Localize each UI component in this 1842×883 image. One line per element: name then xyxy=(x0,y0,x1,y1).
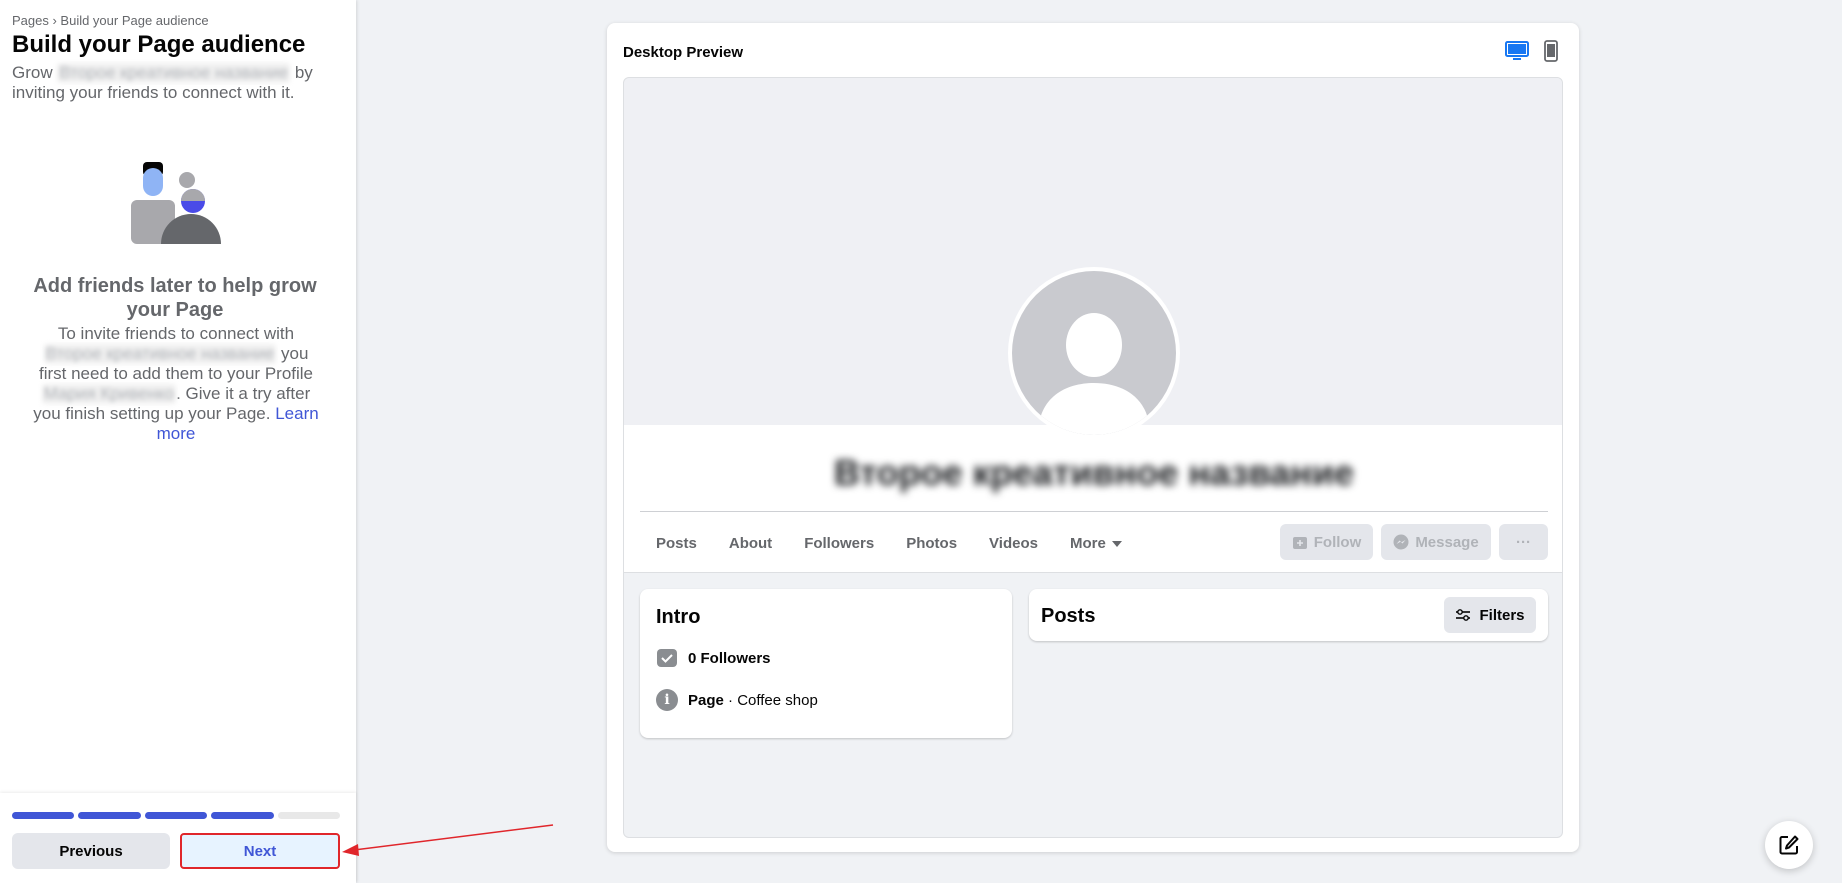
category-row: i Page · Coffee shop xyxy=(656,689,818,711)
filters-icon xyxy=(1456,609,1471,621)
tab-photos[interactable]: Photos xyxy=(890,524,973,564)
intro-card: Intro 0 Followers i Page · Coffee shop xyxy=(640,589,1012,738)
message-label: Message xyxy=(1415,533,1479,551)
followers-icon xyxy=(657,649,677,667)
progress-step xyxy=(277,812,341,819)
progress-step xyxy=(144,812,208,819)
follow-label: Follow xyxy=(1313,533,1362,551)
next-button[interactable]: Next xyxy=(180,833,340,869)
followers-row: 0 Followers xyxy=(656,647,771,669)
tab-videos[interactable]: Videos xyxy=(973,524,1054,564)
edit-icon xyxy=(1779,835,1799,855)
page-tabs: Posts About Followers Photos Videos More xyxy=(640,524,1138,564)
progress-step xyxy=(211,812,274,819)
page-label: Page xyxy=(688,691,724,709)
intro-title: Intro xyxy=(656,606,701,628)
tab-more-label: More xyxy=(1069,535,1106,552)
breadcrumb[interactable]: Pages › Build your Page audience xyxy=(12,13,209,28)
posts-card: Posts Filters xyxy=(1029,589,1548,641)
filters-button[interactable]: Filters xyxy=(1444,597,1536,633)
tab-followers[interactable]: Followers xyxy=(788,524,890,564)
progress-step xyxy=(78,812,141,819)
progress-step xyxy=(12,812,75,819)
preview-title: Desktop Preview xyxy=(623,44,744,61)
more-actions-button[interactable]: ··· xyxy=(1499,524,1548,560)
tab-about[interactable]: About xyxy=(713,524,788,564)
info-icon: i xyxy=(656,689,678,711)
page-name-blurred: Второе креативное название xyxy=(43,344,277,364)
preview-frame: Второе креативное название Posts About F… xyxy=(623,77,1563,838)
page-preview-card: Desktop Preview Второе креативное назван… xyxy=(607,23,1579,852)
empty-state-title: Add friends later to help grow your Page xyxy=(33,275,317,321)
empty-state-body: To invite friends to connect with Второе… xyxy=(28,324,324,444)
setup-progress-bar xyxy=(12,812,341,819)
desktop-icon[interactable] xyxy=(1505,40,1529,62)
page-title: Build your Page audience xyxy=(12,31,306,58)
friends-illustration-icon xyxy=(131,162,221,244)
tab-posts[interactable]: Posts xyxy=(640,524,713,564)
annotation-arrow-icon xyxy=(342,824,554,856)
avatar-silhouette-icon xyxy=(1038,313,1150,435)
profile-avatar xyxy=(1008,267,1180,439)
follow-button[interactable]: Follow xyxy=(1280,524,1373,560)
profile-name-blurred: Мария Кривенко xyxy=(41,384,177,404)
message-button[interactable]: Message xyxy=(1381,524,1491,560)
page-name-blurred: Второе креативное название xyxy=(57,63,291,83)
subtitle-text: Grow xyxy=(12,63,58,82)
tab-more[interactable]: More xyxy=(1054,524,1138,564)
category: · Coffee shop xyxy=(723,691,818,709)
setup-sidebar: Pages › Build your Page audience Build y… xyxy=(0,0,356,883)
followers-count: 0 Followers xyxy=(688,649,771,667)
messenger-icon xyxy=(1393,534,1409,550)
filters-label: Filters xyxy=(1479,606,1525,624)
empty-body-text: To invite friends to connect with xyxy=(57,324,295,343)
mobile-icon[interactable] xyxy=(1543,40,1559,62)
follow-icon xyxy=(1292,537,1307,549)
posts-title: Posts xyxy=(1041,605,1096,627)
previous-button[interactable]: Previous xyxy=(12,833,170,869)
setup-footer: Previous Next xyxy=(0,793,356,883)
compose-button[interactable] xyxy=(1765,821,1813,869)
page-subtitle: Grow Второе креативное название by invit… xyxy=(12,63,342,103)
divider xyxy=(640,511,1548,512)
caret-down-icon xyxy=(1111,541,1122,548)
page-name: Второе креативное название xyxy=(833,452,1355,493)
